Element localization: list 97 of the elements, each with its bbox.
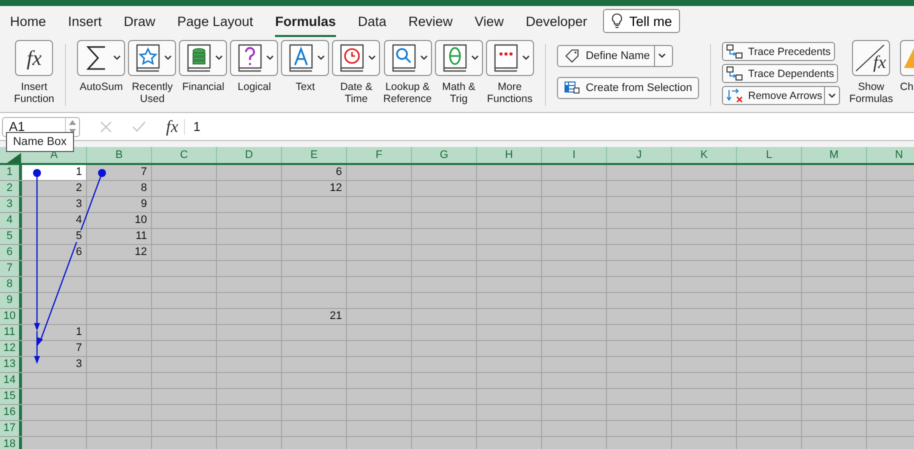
defined-names-button[interactable]: Define Name	[556, 45, 673, 67]
defined-names-button[interactable]: Create from Selection	[556, 77, 700, 99]
function-icon: fx	[873, 52, 886, 73]
table-cell: 12	[134, 246, 147, 258]
column-header[interactable]: B	[87, 147, 152, 163]
lightbulb-icon	[611, 13, 624, 29]
table-cell: 12	[330, 182, 342, 194]
column-header[interactable]: K	[672, 147, 737, 163]
caret-icon	[164, 55, 172, 61]
row-header[interactable]: 2	[0, 181, 22, 196]
row-header[interactable]: 8	[0, 277, 22, 292]
column-header[interactable]: G	[412, 147, 477, 163]
row-header[interactable]: 10	[0, 309, 22, 324]
row-header[interactable]: 1	[0, 165, 22, 180]
caret-icon	[658, 53, 666, 59]
table-tag-icon	[564, 81, 580, 95]
row-header[interactable]: 6	[0, 245, 22, 260]
cancel-icon	[100, 120, 112, 132]
table-cell: 1	[76, 326, 82, 338]
formula-auditing-button[interactable]: Trace Precedents	[722, 42, 835, 61]
ribbon-tab[interactable]: Insert	[68, 10, 102, 36]
table-cell: 7	[76, 342, 82, 354]
row-header[interactable]: 18	[0, 437, 22, 449]
row-header[interactable]: 17	[0, 421, 22, 436]
tag-icon	[564, 49, 580, 63]
table-cell: 11	[136, 230, 147, 242]
row-header[interactable]: 3	[0, 197, 22, 212]
row-header[interactable]: 11	[0, 325, 22, 340]
table-cell: 5	[76, 230, 82, 242]
column-header[interactable]: D	[217, 147, 282, 163]
dots-icon	[492, 43, 520, 73]
row-header[interactable]: 12	[0, 341, 22, 356]
table-cell: 3	[76, 198, 82, 210]
table-cell: 8	[140, 182, 147, 194]
caret-icon	[368, 55, 376, 61]
table-cell: 6	[76, 246, 82, 258]
caret-icon	[522, 55, 530, 61]
table-cell: 1	[76, 166, 82, 178]
row-header[interactable]: 14	[0, 373, 22, 388]
ribbon-tab[interactable]: View	[474, 10, 504, 36]
row-header[interactable]: 4	[0, 213, 22, 228]
column-header[interactable]: E	[282, 147, 347, 163]
remove-arrows-icon	[726, 88, 744, 103]
row-header[interactable]: 13	[0, 357, 22, 372]
ribbon-tab[interactable]: Data	[358, 10, 386, 36]
row-header[interactable]: 9	[0, 293, 22, 308]
ribbon-tab[interactable]: Page Layout	[177, 10, 254, 36]
caret-icon	[470, 55, 479, 61]
caret-icon	[828, 92, 836, 98]
question-mark-icon	[236, 43, 264, 73]
show-formulas-button[interactable]: fx Show Formulas	[849, 40, 893, 105]
function-icon: fx	[26, 46, 42, 70]
row-header[interactable]: 5	[0, 229, 22, 244]
ribbon-tab[interactable]: Review	[408, 10, 453, 36]
caret-icon	[266, 55, 274, 61]
table-cell: 2	[76, 182, 82, 194]
column-header[interactable]: F	[347, 147, 412, 163]
formula-auditing-button[interactable]: Remove Arrows	[722, 86, 840, 105]
trace-precedents-icon	[726, 44, 744, 59]
column-header[interactable]: J	[607, 147, 672, 163]
magnifier-icon	[390, 43, 418, 73]
caret-icon	[113, 55, 122, 61]
column-header[interactable]: I	[542, 147, 607, 163]
ribbon-tab[interactable]: Home	[10, 10, 46, 36]
column-header[interactable]: H	[477, 147, 542, 163]
table-cell: 3	[76, 358, 82, 370]
table-cell: 4	[76, 214, 82, 226]
table-cell: 6	[336, 166, 342, 178]
formula-field[interactable]: 1	[193, 119, 201, 134]
row-header[interactable]: 7	[0, 261, 22, 276]
column-header[interactable]: C	[152, 147, 217, 163]
tooltip: Name Box	[6, 132, 74, 152]
ribbon-tab[interactable]: Developer	[526, 10, 588, 36]
ribbon-tab[interactable]: Draw	[124, 10, 156, 36]
trace-dependents-icon	[726, 66, 744, 81]
theta-icon	[440, 43, 469, 73]
function-icon[interactable]: fx	[166, 116, 178, 136]
ribbon-tab[interactable]: Formulas	[275, 10, 336, 36]
formula-auditing-button[interactable]: Trace Dependents	[722, 64, 838, 83]
table-cell: 9	[140, 198, 147, 210]
column-header[interactable]: M	[802, 147, 867, 163]
caret-icon	[317, 55, 326, 61]
star-icon	[134, 43, 162, 73]
clock-icon	[338, 43, 366, 73]
column-header[interactable]: N	[867, 147, 914, 163]
caret-icon	[420, 55, 428, 61]
tell-me-button[interactable]: Tell me	[603, 9, 680, 33]
row-header[interactable]: 16	[0, 405, 22, 420]
coin-stack-icon	[185, 43, 214, 73]
letter-icon	[287, 43, 316, 73]
column-header[interactable]: L	[737, 147, 802, 163]
row-header[interactable]: 15	[0, 389, 22, 404]
table-cell: 10	[134, 214, 147, 226]
caret-icon	[215, 55, 224, 61]
checkmark-icon	[132, 120, 146, 132]
table-cell: 21	[330, 310, 342, 322]
table-cell: 7	[140, 166, 147, 178]
